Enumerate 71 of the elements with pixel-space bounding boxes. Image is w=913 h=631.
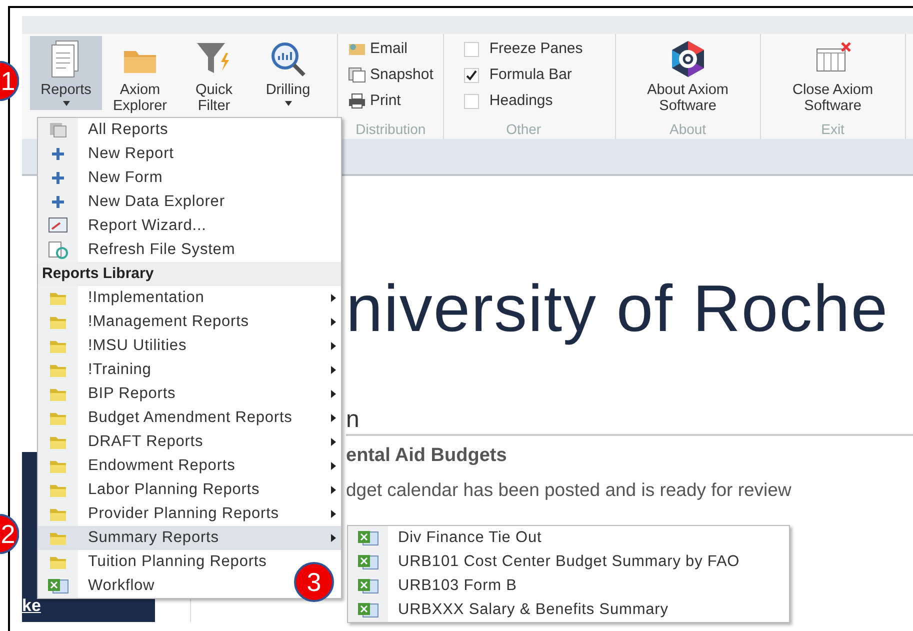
checkbox[interactable] (464, 42, 480, 56)
spreadsheet-icon (357, 530, 379, 546)
menu-item[interactable]: URB103 Form B (348, 574, 789, 598)
menu-item[interactable]: URBXXX Salary & Benefits Summary (348, 598, 789, 622)
ribbon-button[interactable]: Close Axiom Software (768, 36, 897, 118)
folder-icon (49, 410, 67, 426)
section-heading: n (346, 406, 913, 436)
menu-item[interactable]: New Data Explorer (38, 190, 341, 214)
menu-item[interactable]: Labor Planning Reports (38, 478, 341, 502)
sidebar-link[interactable]: ke (22, 592, 41, 618)
menu-item[interactable]: URB101 Cost Center Budget Summary by FAO (348, 550, 789, 574)
snapshot-icon (348, 67, 366, 83)
group-label: About (668, 120, 708, 139)
ribbon-small-button[interactable]: Snapshot (346, 62, 436, 88)
menu-item[interactable]: New Report (38, 142, 341, 166)
group-label: Exit (820, 120, 846, 139)
menu-item[interactable]: Summary Reports (38, 526, 341, 550)
menu-item[interactable]: Refresh File System (38, 238, 341, 262)
menu-section-header: Reports Library (38, 262, 341, 286)
menu-item[interactable]: Provider Planning Reports (38, 502, 341, 526)
pages-icon (49, 122, 67, 138)
menu-item[interactable]: !Management Reports (38, 310, 341, 334)
callout-marker: 1 (0, 61, 19, 101)
printer-icon (348, 93, 366, 109)
ribbon-button[interactable]: About Axiom Software (624, 36, 752, 118)
folder-icon (49, 386, 67, 402)
paragraph: dget calendar has been posted and is ready for review (346, 481, 792, 500)
menu-item[interactable]: !MSU Utilities (38, 334, 341, 358)
folder-icon (49, 554, 67, 570)
spreadsheet-icon (357, 554, 379, 570)
menu-item[interactable]: DRAFT Reports (38, 430, 341, 454)
folder-icon (49, 434, 67, 450)
plus-icon (52, 148, 64, 160)
folder-icon (49, 458, 67, 474)
folder-icon (49, 314, 67, 330)
checkbox-label: Freeze Panes (489, 38, 583, 59)
callout-marker: 2 (0, 514, 19, 554)
folder-icon (49, 506, 67, 522)
menu-item[interactable]: All Reports (38, 118, 341, 142)
page-heading: niversity of Roche (346, 272, 890, 345)
folder-icon (49, 530, 67, 546)
menu-item[interactable]: !Implementation (38, 286, 341, 310)
ribbon-button[interactable]: Quick Filter (178, 36, 250, 118)
checkbox-label: Formula Bar (489, 64, 572, 85)
folder-icon (49, 290, 67, 306)
checkbox-label: Headings (489, 90, 553, 111)
ribbon-button[interactable]: Reports (30, 36, 102, 110)
menu-item[interactable]: !Training (38, 358, 341, 382)
menu-item[interactable]: Report Wizard... (38, 214, 341, 238)
spreadsheet-icon (357, 602, 379, 618)
menu-item[interactable]: Div Finance Tie Out (348, 526, 789, 550)
checkbox[interactable] (464, 94, 480, 108)
plus-icon (52, 172, 64, 184)
folder-icon (49, 362, 67, 378)
ribbon-button[interactable]: Drilling (252, 36, 324, 110)
ribbon-small-button[interactable]: Email (346, 36, 436, 62)
menu-item[interactable]: Endowment Reports (38, 454, 341, 478)
folder-icon (49, 338, 67, 354)
menu-item[interactable]: New Form (38, 166, 341, 190)
group-label: Other (505, 120, 542, 139)
spreadsheet-icon (357, 578, 379, 594)
plus-icon (52, 196, 64, 208)
menu-item[interactable]: Budget Amendment Reports (38, 406, 341, 430)
checkbox[interactable] (464, 68, 480, 82)
group-label: Distribution (354, 120, 427, 139)
ribbon-small-button[interactable]: Print (346, 88, 436, 114)
menu-item[interactable]: BIP Reports (38, 382, 341, 406)
spreadsheet-icon (47, 578, 69, 594)
ribbon-button[interactable]: Axiom Explorer (104, 36, 176, 118)
folder-icon (49, 482, 67, 498)
subheading: ental Aid Budgets (346, 444, 508, 468)
